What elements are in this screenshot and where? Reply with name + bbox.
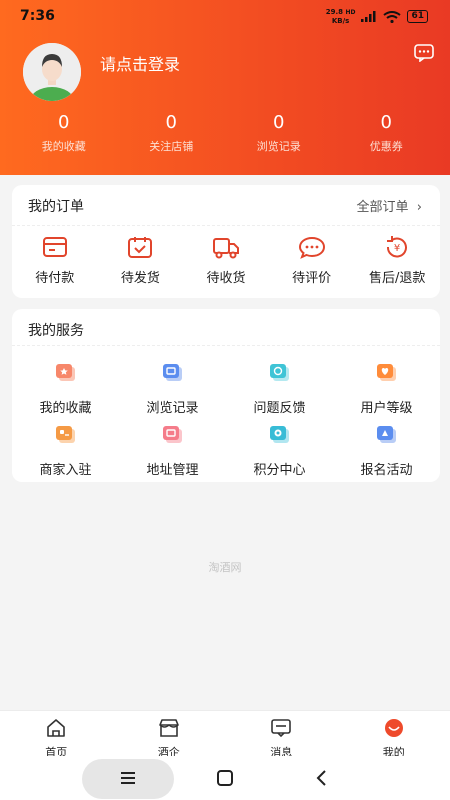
bottom-tab-bar: 首页 酒企 消息 我的 [0,710,450,762]
message-icon [271,719,292,738]
status-icons: 29.8 HD KB/s 61 [326,8,428,25]
order-status-row: 待付款 待发货 待收货 待评价 ¥ 售后/退款 [12,235,440,286]
chat-bubble-icon[interactable] [414,44,434,62]
stats-row: 0 我的收藏 0 关注店铺 0 浏览记录 0 优惠券 [0,112,450,154]
service-history[interactable]: 浏览记录 [119,361,226,423]
all-orders-link[interactable]: 全部订单 › [357,196,423,215]
signal-icon [361,11,376,22]
tab-wineries[interactable]: 酒企 [113,711,226,762]
wifi-icon [383,10,402,23]
order-pending-shipment[interactable]: 待发货 [98,235,184,286]
level-icon [376,364,396,381]
services-card: 我的服务 我的收藏 浏览记录 问题反馈 用户等级 商家入驻 地址管理 积分中心 … [12,309,440,482]
divider [12,225,440,226]
points-icon [269,426,289,443]
favorites-icon [55,364,75,381]
stat-favorites[interactable]: 0 我的收藏 [10,112,118,154]
service-user-level[interactable]: 用户等级 [333,361,440,423]
history-icon [162,364,182,381]
order-after-sales[interactable]: ¥ 售后/退款 [354,235,440,286]
service-points[interactable]: 积分中心 [226,423,333,485]
status-time: 7:36 [20,8,55,24]
menu-icon[interactable] [118,768,138,788]
address-icon [162,426,182,443]
back-icon[interactable] [312,768,332,788]
package-icon [128,237,153,258]
network-speed: 29.8 HD KB/s [325,8,356,25]
stat-browse-history[interactable]: 0 浏览记录 [225,112,333,154]
merchant-icon [55,426,75,443]
order-pending-payment[interactable]: 待付款 [12,235,98,286]
orders-title: 我的订单 [28,199,84,215]
service-feedback[interactable]: 问题反馈 [226,361,333,423]
services-grid: 我的收藏 浏览记录 问题反馈 用户等级 商家入驻 地址管理 积分中心 报名活动 [12,361,440,485]
avatar-image [23,43,81,101]
svg-text:¥: ¥ [394,243,400,254]
order-pending-review[interactable]: 待评价 [269,235,355,286]
refund-icon: ¥ [387,236,408,258]
service-address[interactable]: 地址管理 [119,423,226,485]
services-title: 我的服务 [28,323,84,339]
comment-icon [298,236,325,259]
service-activities[interactable]: 报名活动 [333,423,440,485]
service-favorites[interactable]: 我的收藏 [12,361,119,423]
profile-header: 7:36 29.8 HD KB/s 61 请点击登录 0 我的收藏 0 关注店铺… [0,0,450,175]
battery-icon: 61 [407,10,428,23]
tab-profile[interactable]: 我的 [338,711,450,762]
login-prompt[interactable]: 请点击登录 [100,51,180,75]
avatar[interactable] [16,43,88,101]
chevron-right-icon: › [412,200,422,215]
profile-icon [384,719,403,737]
system-nav-bar [0,756,450,800]
service-merchant-join[interactable]: 商家入驻 [12,423,119,485]
tab-messages[interactable]: 消息 [225,711,338,762]
divider [12,345,440,346]
feedback-icon [269,364,289,381]
orders-card: 我的订单 全部订单 › 待付款 待发货 待收货 待评价 ¥ 售后/退款 [12,185,440,298]
truck-icon [212,238,239,259]
brand-footer: 淘酒网 [208,561,242,574]
activity-icon [376,426,396,443]
wallet-icon [42,237,67,257]
stat-coupons[interactable]: 0 优惠券 [333,112,441,154]
status-bar: 7:36 29.8 HD KB/s 61 [0,0,450,34]
home-icon [47,719,66,737]
stat-followed-shops[interactable]: 0 关注店铺 [118,112,226,154]
home-square-icon[interactable] [215,768,235,788]
store-icon [158,719,179,737]
order-pending-receipt[interactable]: 待收货 [183,235,269,286]
tab-home[interactable]: 首页 [0,711,113,762]
